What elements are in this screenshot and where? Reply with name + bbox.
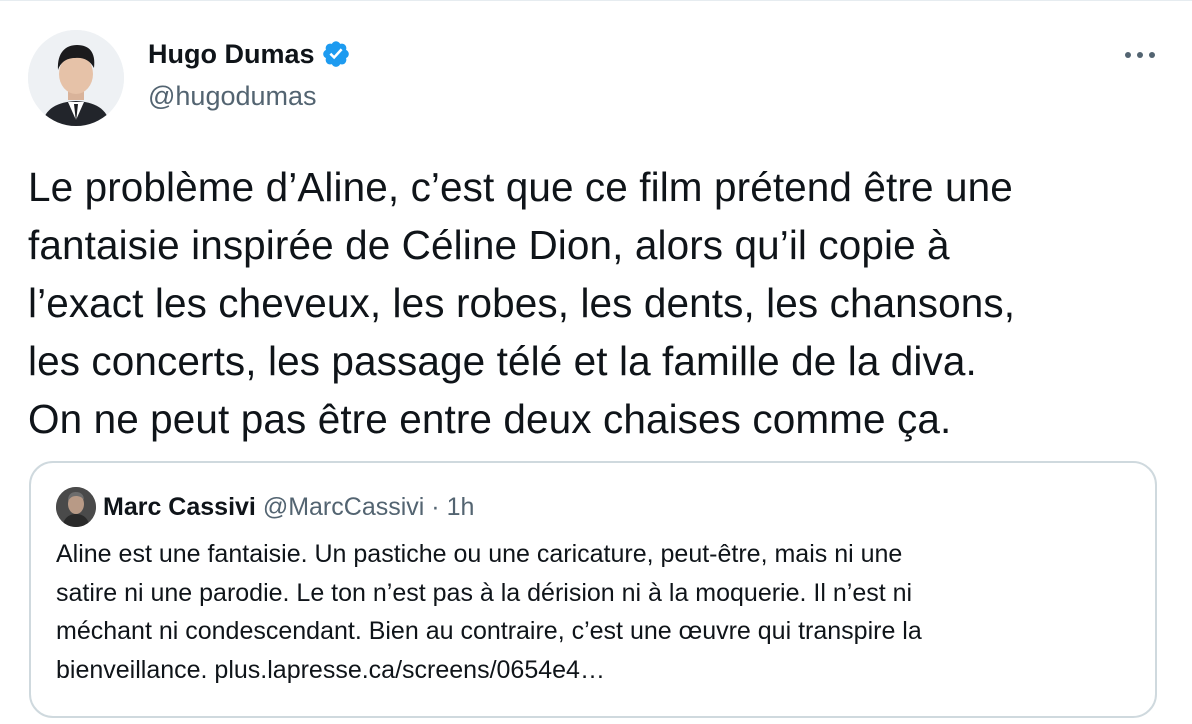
quoted-tweet-header: Marc Cassivi @MarcCassivi · 1h xyxy=(103,491,474,523)
header-separator: · xyxy=(431,493,440,521)
quoted-text-line: satire ni une parodie. Le ton n’est pas … xyxy=(56,578,913,607)
more-options-button[interactable] xyxy=(1120,40,1160,70)
tweet-text-line: fantaisie inspirée de Céline Dion, alors… xyxy=(28,222,950,268)
quoted-tweet-text: Aline est une fantaisie. Un pastiche ou … xyxy=(56,535,1136,689)
quoted-author-name[interactable]: Marc Cassivi xyxy=(103,493,256,521)
tweet-text-line: l’exact les cheveux, les robes, les dent… xyxy=(28,280,1016,326)
author-avatar[interactable] xyxy=(28,30,124,126)
tweet-text-line: Le problème d’Aline, c’est que ce film p… xyxy=(28,164,1013,210)
author-display-name[interactable]: Hugo Dumas xyxy=(148,38,315,70)
author-handle[interactable]: @hugodumas xyxy=(148,80,317,112)
quoted-text-line: Aline est une fantaisie. Un pastiche ou … xyxy=(56,540,903,568)
quoted-text-line: bienveillance. plus.lapresse.ca/screens/… xyxy=(56,655,605,684)
top-divider xyxy=(0,0,1192,1)
author-avatar-image xyxy=(28,30,124,126)
tweet-text-line: On ne peut pas être entre deux chaises c… xyxy=(28,396,952,442)
verified-badge-icon xyxy=(321,39,351,69)
tweet-text-line: les concerts, les passage télé et la fam… xyxy=(28,338,977,384)
quoted-tweet-card[interactable]: Marc Cassivi @MarcCassivi · 1h Aline est… xyxy=(29,461,1157,718)
quoted-author-handle[interactable]: @MarcCassivi xyxy=(263,493,425,521)
quoted-text-line: méchant ni condescendant. Bien au contra… xyxy=(56,617,922,645)
more-horizontal-icon xyxy=(1125,52,1155,58)
author-name-row: Hugo Dumas xyxy=(148,38,351,70)
quoted-author-avatar[interactable] xyxy=(56,487,96,527)
quoted-author-avatar-image xyxy=(56,487,96,527)
quoted-tweet-time[interactable]: 1h xyxy=(447,493,475,521)
tweet-text: Le problème d’Aline, c’est que ce film p… xyxy=(28,158,1168,448)
